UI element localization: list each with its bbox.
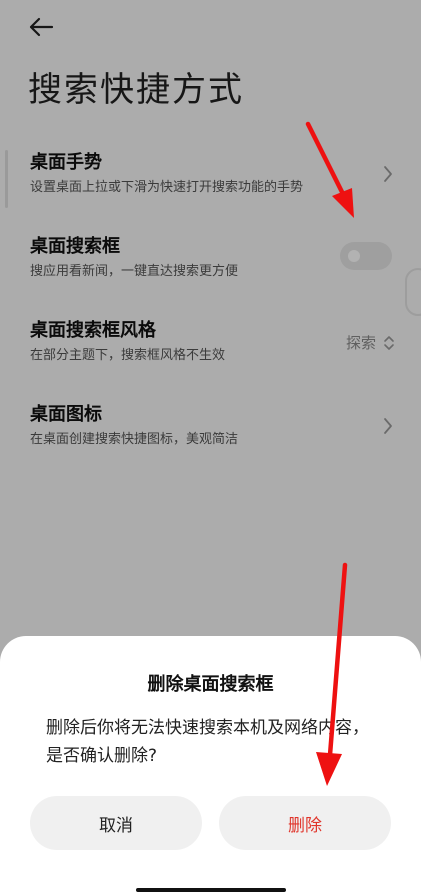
- dialog-title: 删除桌面搜索框: [147, 674, 274, 695]
- delete-button[interactable]: 删除: [219, 796, 391, 850]
- cancel-button[interactable]: 取消: [30, 796, 202, 850]
- delete-dialog: 删除桌面搜索框 删除后你将无法快速搜索本机及网络内容，是否确认删除? 取消 删除: [0, 636, 421, 896]
- home-indicator: [136, 888, 286, 892]
- dialog-message: 删除后你将无法快速搜索本机及网络内容，是否确认删除?: [46, 718, 369, 766]
